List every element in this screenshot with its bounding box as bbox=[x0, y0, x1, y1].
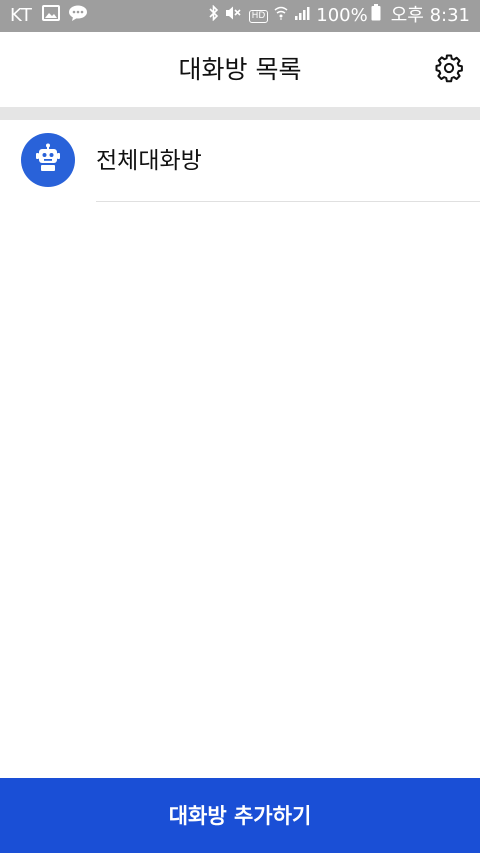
gear-icon bbox=[434, 53, 464, 87]
header-divider bbox=[0, 107, 480, 120]
wifi-icon bbox=[274, 0, 288, 32]
battery-icon bbox=[371, 0, 381, 32]
divider bbox=[96, 201, 480, 202]
status-bar: KT HD 100% 오후 8:31 bbox=[0, 0, 480, 32]
page-title: 대화방 목록 bbox=[178, 55, 302, 84]
status-time: 오후 8:31 bbox=[390, 5, 470, 26]
gallery-icon bbox=[42, 0, 61, 32]
avatar bbox=[21, 133, 75, 187]
room-name: 전체대화방 bbox=[96, 148, 202, 174]
battery-percent: 100% bbox=[316, 5, 368, 26]
app-header: 대화방 목록 bbox=[0, 32, 480, 107]
robot-icon bbox=[34, 143, 62, 177]
add-room-button[interactable]: 대화방 추가하기 bbox=[0, 778, 480, 853]
carrier-label: KT bbox=[10, 5, 33, 26]
status-right: HD 100% 오후 8:31 bbox=[208, 0, 470, 32]
room-list: 전체대화방 bbox=[0, 120, 480, 202]
bluetooth-icon bbox=[208, 0, 219, 32]
mute-icon bbox=[225, 0, 243, 32]
list-item[interactable]: 전체대화방 bbox=[0, 120, 480, 202]
status-left: KT bbox=[10, 0, 96, 32]
settings-button[interactable] bbox=[432, 53, 466, 87]
chat-bubble-icon bbox=[68, 0, 88, 32]
signal-icon bbox=[294, 0, 310, 32]
hd-badge: HD bbox=[248, 9, 269, 23]
